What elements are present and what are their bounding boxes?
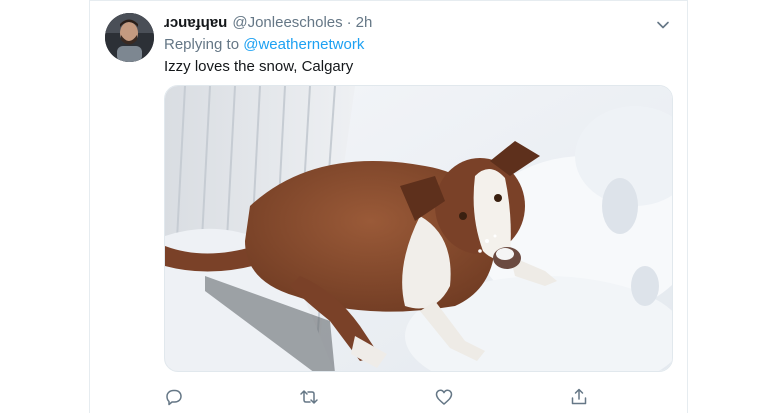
avatar[interactable] <box>105 13 154 62</box>
replying-to: Replying to @weathernetwork <box>164 36 364 53</box>
tweet-text: Izzy loves the snow, Calgary <box>164 58 354 75</box>
reply-to-handle-link[interactable]: @weathernetwork <box>243 36 364 53</box>
replying-to-label: Replying to <box>164 36 240 53</box>
display-name[interactable]: ɹɔuɐɟɥɐu <box>164 14 227 31</box>
reply-icon[interactable] <box>164 387 184 407</box>
user-handle[interactable]: @Jonleescholes <box>232 14 342 31</box>
chevron-down-icon[interactable] <box>655 17 671 33</box>
tweet-header: ɹɔuɐɟɥɐu @Jonleescholes · 2h <box>164 14 372 34</box>
tweet-photo[interactable] <box>164 85 673 372</box>
timestamp[interactable]: 2h <box>356 14 373 31</box>
share-icon[interactable] <box>569 387 589 407</box>
retweet-icon[interactable] <box>299 387 319 407</box>
heart-icon[interactable] <box>434 387 454 407</box>
tweet-card[interactable]: ɹɔuɐɟɥɐu @Jonleescholes · 2h Replying to… <box>89 0 688 413</box>
tweet-actions <box>164 387 594 407</box>
separator-dot: · <box>346 14 352 31</box>
